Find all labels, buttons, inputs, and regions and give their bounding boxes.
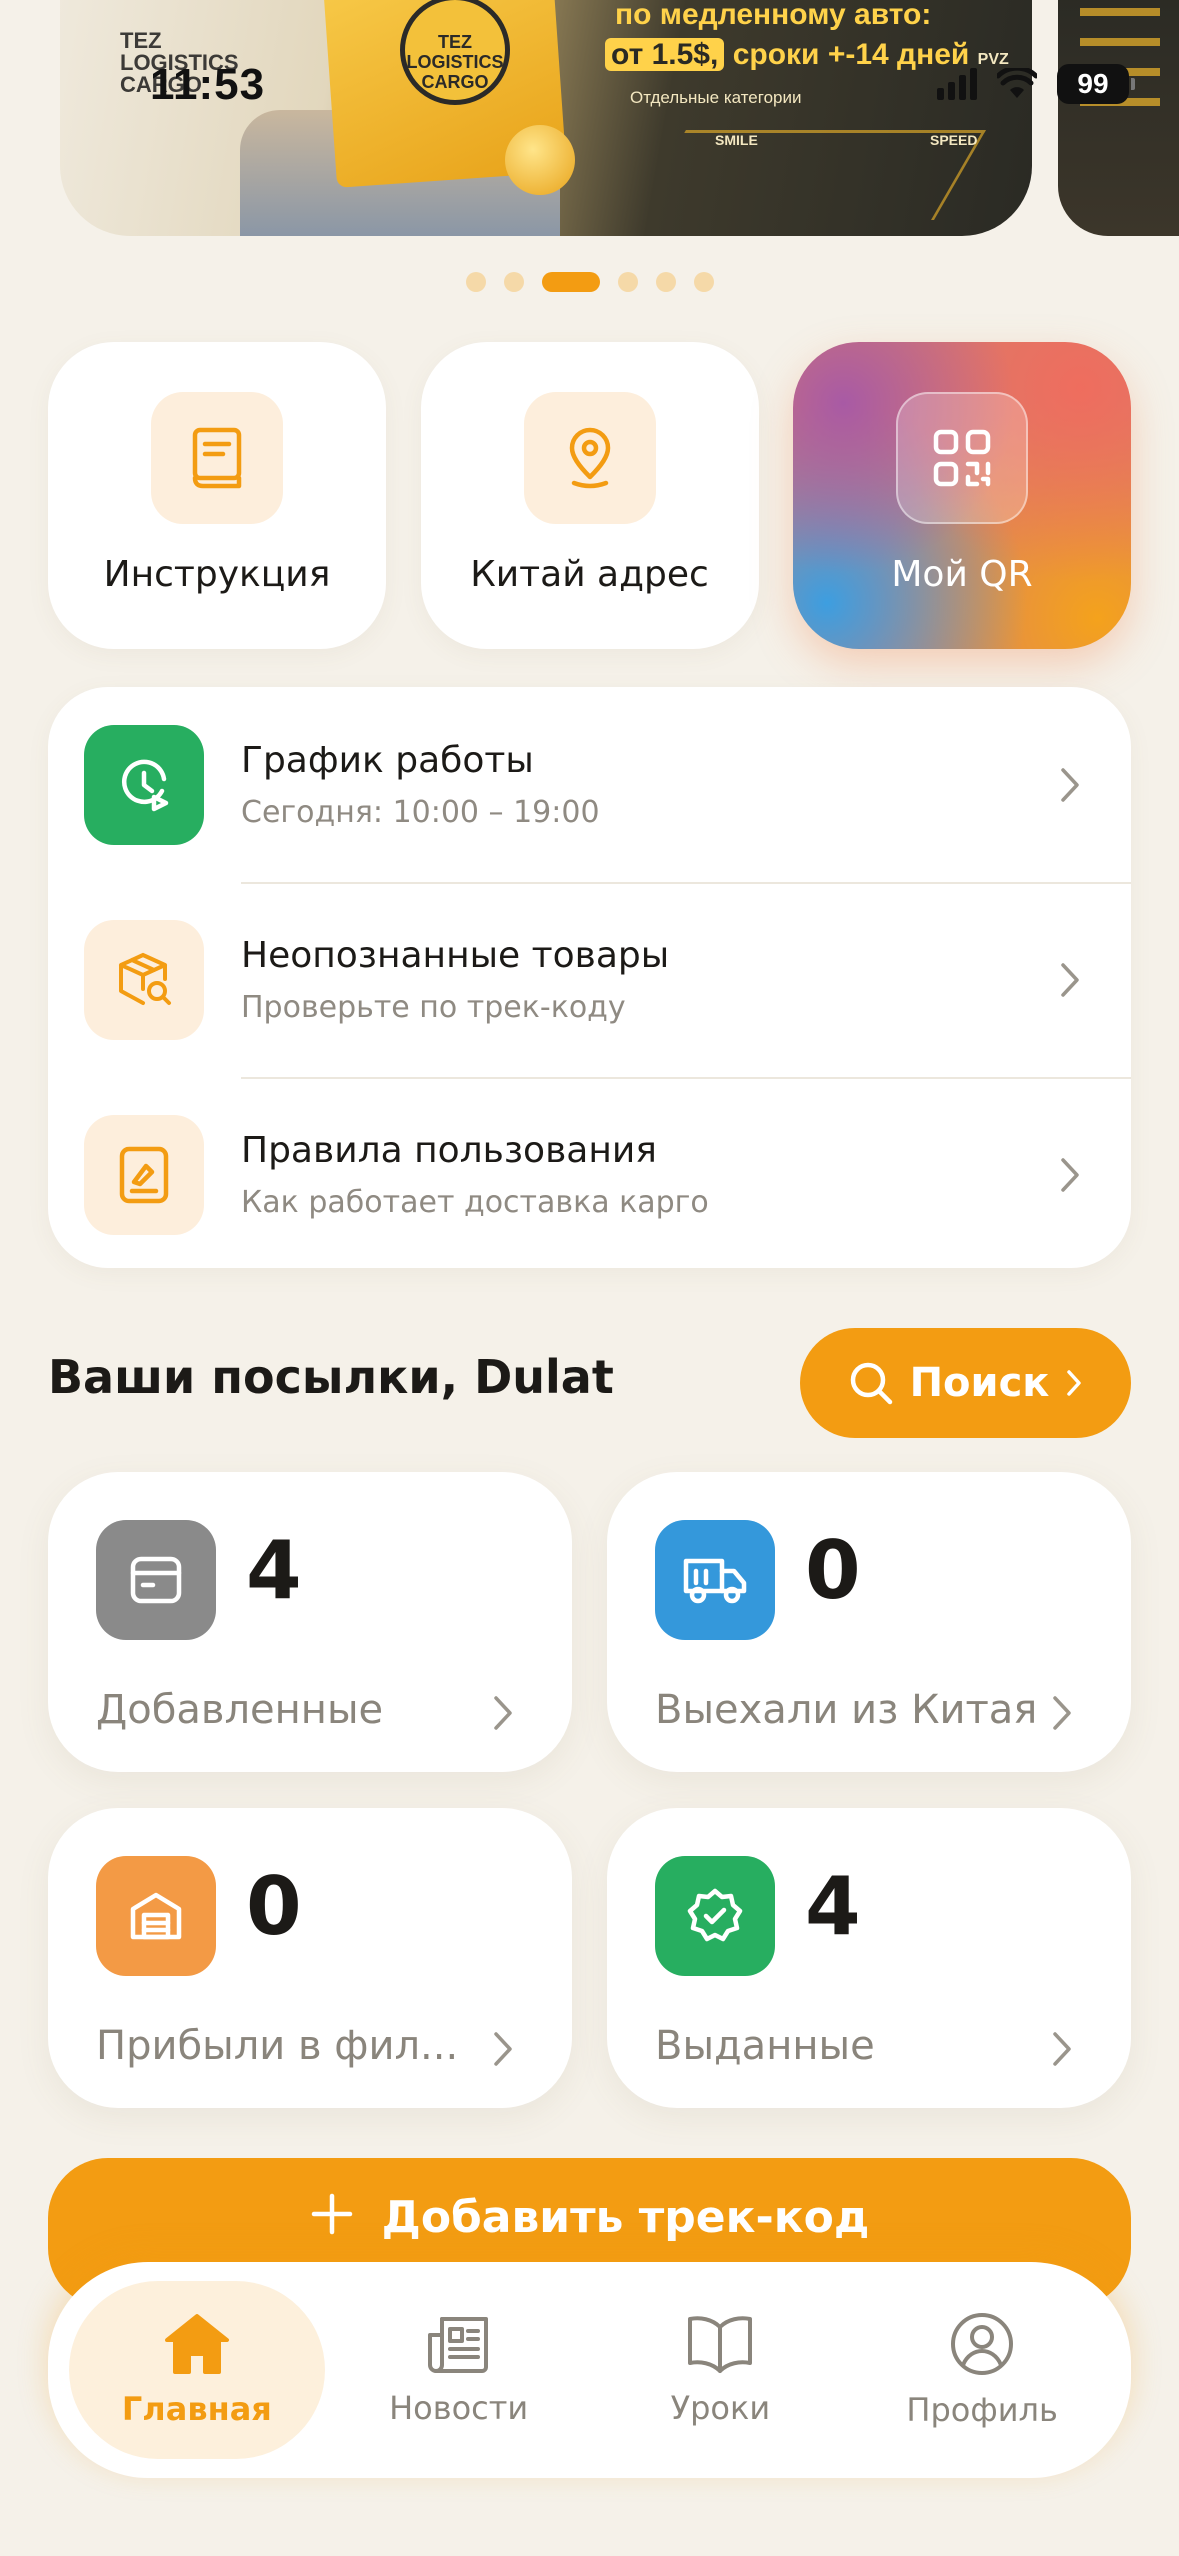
warehouse-icon xyxy=(96,1856,216,1976)
banner-coin-emoji xyxy=(505,125,575,195)
carousel-dot[interactable] xyxy=(693,272,714,292)
package-search-icon xyxy=(84,919,204,1040)
china-address-tile[interactable]: Китай адрес xyxy=(420,342,759,649)
clock-icon xyxy=(84,724,204,845)
info-list: График работы Сегодня: 10:00 – 19:00 Нео… xyxy=(48,687,1131,1268)
chevron-right-icon xyxy=(1061,1157,1079,1192)
chevron-right-icon xyxy=(1053,1696,1071,1730)
stat-issued-label: Выданные xyxy=(655,2023,875,2069)
cellular-signal-icon xyxy=(937,68,977,100)
stat-arrived-branch[interactable]: 0 Прибыли в фил... xyxy=(48,1808,572,2108)
china-address-label: Китай адрес xyxy=(470,554,709,595)
usage-rules-subtitle: Как работает доставка карго xyxy=(241,1184,709,1220)
unidentified-goods-row[interactable]: Неопознанные товары Проверьте по трек-ко… xyxy=(48,882,1131,1077)
plus-icon xyxy=(311,2193,352,2235)
chevron-right-icon xyxy=(1067,1370,1082,1396)
stat-added-value: 4 xyxy=(246,1524,302,1617)
promo-banner[interactable]: TEZ LOGISTICS CARGO TEZ LOGISTICS CARGO … xyxy=(60,0,1032,236)
banner-promo-line3: Отдельные категории xyxy=(630,88,802,107)
battery-indicator: 99 xyxy=(1057,64,1135,104)
stat-arrived-branch-label: Прибыли в фил... xyxy=(96,2023,459,2069)
nav-lessons-label: Уроки xyxy=(670,2389,771,2427)
carousel-indicator xyxy=(0,272,1179,292)
my-qr-tile[interactable]: Мой QR xyxy=(793,342,1131,649)
carousel-dot[interactable] xyxy=(503,272,524,292)
nav-home[interactable]: Главная xyxy=(68,2281,325,2459)
verified-badge-icon xyxy=(655,1856,775,1976)
chevron-right-icon xyxy=(494,1696,512,1730)
banner-price-tag: от 1.5$, xyxy=(605,38,725,71)
nav-news[interactable]: Новости xyxy=(331,2281,587,2459)
stat-arrived-branch-value: 0 xyxy=(246,1860,302,1953)
banner-logo-text: TEZ LOGISTICS CARGO xyxy=(406,32,504,92)
status-icons: 99 xyxy=(937,64,1135,104)
parcels-title: Ваши посылки, Dulat xyxy=(48,1350,614,1404)
bottom-nav: Главная Новости Уроки Профиль xyxy=(48,2262,1131,2478)
quick-actions: Инструкция Китай адрес Мой QR xyxy=(48,342,1131,649)
stat-left-china[interactable]: 0 Выехали из Китая xyxy=(607,1472,1131,1772)
unidentified-goods-subtitle: Проверьте по трек-коду xyxy=(241,989,626,1025)
carousel-dot-active[interactable] xyxy=(541,272,600,292)
user-circle-icon xyxy=(951,2313,1014,2375)
nav-home-label: Главная xyxy=(121,2390,272,2428)
carousel-dot[interactable] xyxy=(465,272,486,292)
stat-issued[interactable]: 4 Выданные xyxy=(607,1808,1131,2108)
search-icon xyxy=(850,1362,892,1405)
chevron-right-icon xyxy=(1061,962,1079,997)
carousel-dot[interactable] xyxy=(617,272,638,292)
instruction-label: Инструкция xyxy=(103,554,331,595)
rules-document-icon xyxy=(84,1114,204,1235)
chevron-right-icon xyxy=(1053,2032,1071,2066)
banner-map-label-smile: SMILE xyxy=(715,132,758,148)
nav-lessons[interactable]: Уроки xyxy=(592,2281,848,2459)
stat-added[interactable]: 4 Добавленные xyxy=(48,1472,572,1772)
banner-map-label-speed: SPEED xyxy=(930,132,978,148)
home-icon xyxy=(164,2314,229,2374)
unidentified-goods-title: Неопознанные товары xyxy=(241,934,670,976)
box-icon xyxy=(96,1520,216,1640)
wifi-icon xyxy=(997,68,1037,98)
location-pin-icon xyxy=(523,392,656,524)
schedule-title: График работы xyxy=(241,739,534,781)
banner-promo-terms: сроки +-14 дней xyxy=(732,38,970,71)
instruction-tile[interactable]: Инструкция xyxy=(48,342,386,649)
nav-news-label: Новости xyxy=(389,2389,529,2427)
usage-rules-row[interactable]: Правила пользования Как работает доставк… xyxy=(48,1077,1131,1268)
next-promo-banner[interactable] xyxy=(1058,0,1179,236)
usage-rules-title: Правила пользования xyxy=(241,1129,657,1171)
search-button[interactable]: Поиск xyxy=(800,1328,1131,1438)
chevron-right-icon xyxy=(494,2032,512,2066)
chevron-right-icon xyxy=(1061,767,1079,802)
status-time: 11:53 xyxy=(150,60,266,109)
banner-promo-line1: по медленному авто: xyxy=(615,0,932,31)
stat-left-china-label: Выехали из Китая xyxy=(655,1687,1038,1733)
stat-left-china-value: 0 xyxy=(805,1524,861,1617)
qr-code-icon xyxy=(896,392,1028,524)
book-icon xyxy=(151,392,283,524)
schedule-hours: Сегодня: 10:00 – 19:00 xyxy=(241,794,600,830)
nav-profile[interactable]: Профиль xyxy=(854,2281,1110,2459)
search-label: Поиск xyxy=(909,1360,1050,1406)
newspaper-icon xyxy=(427,2317,488,2373)
schedule-row[interactable]: График работы Сегодня: 10:00 – 19:00 xyxy=(48,687,1131,882)
stat-issued-value: 4 xyxy=(805,1860,861,1953)
open-book-icon xyxy=(688,2316,753,2373)
carousel-dot[interactable] xyxy=(655,272,676,292)
stat-added-label: Добавленные xyxy=(96,1687,384,1733)
my-qr-label: Мой QR xyxy=(891,554,1033,595)
truck-icon xyxy=(655,1520,775,1640)
nav-profile-label: Профиль xyxy=(906,2391,1058,2429)
